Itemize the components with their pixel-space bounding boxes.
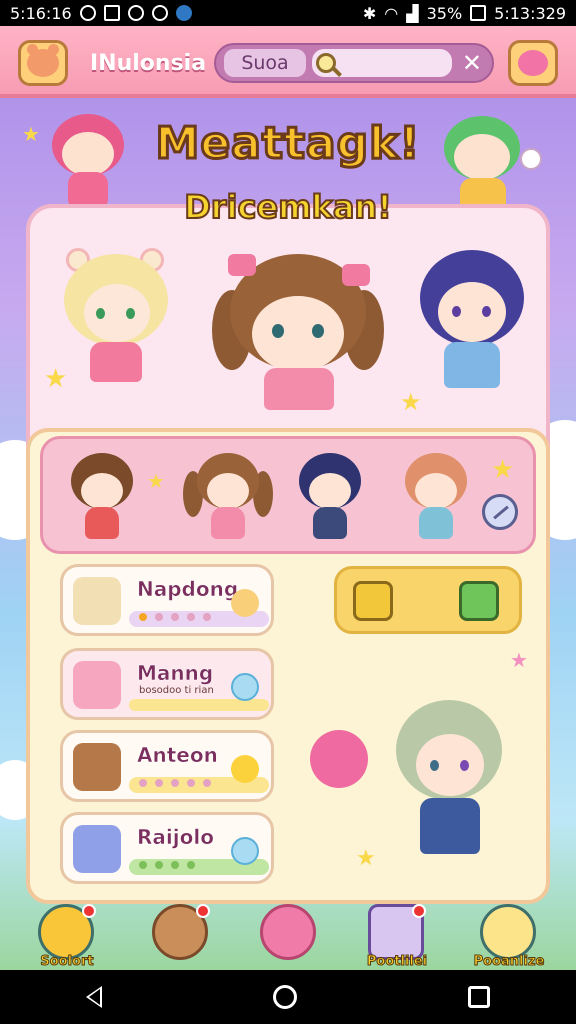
card-label: Anteon [137,743,218,768]
yellow-block-icon [353,581,393,621]
close-icon[interactable]: ✕ [462,48,482,78]
signal-icon: ▟ [406,3,419,23]
cake-icon [73,743,121,791]
bluetooth-icon: ✱ [362,3,377,23]
roster-character-orange-hair[interactable] [401,451,473,545]
item-card-3[interactable]: Anteon [60,730,274,802]
item-card-1[interactable]: Napdong [60,564,274,636]
roster-character-twintails[interactable] [183,451,273,545]
search-tab[interactable]: Suoa [224,49,306,77]
globe-icon [175,5,192,21]
battery-icon [470,5,487,21]
card-orb-icon [231,837,259,865]
roster-character-navy-bun[interactable] [293,451,367,545]
nav-pooanlize[interactable]: Pooanlize [473,904,545,970]
card-label: Raijolo [137,825,214,850]
duck-icon [480,904,536,960]
system-nav-bar [0,970,576,1024]
pig-mail-icon [518,50,548,76]
character-navy-hair[interactable] [416,246,528,396]
card-orb-icon [231,673,259,701]
card-dots [139,613,211,621]
character-roster: ★ ★ [40,436,536,554]
region-label: INulonsia [90,51,207,76]
star-icon: ★ [356,846,376,871]
pink-monster-character[interactable] [310,730,368,796]
pig-plush-icon [73,661,121,709]
notification-badge [412,904,426,918]
status-clock-right: 5:13:329 [494,3,566,23]
stool-icon [73,577,121,625]
bottom-nav: Soolort Pootlilei Pooanlize [0,900,576,970]
character-blonde-bear[interactable] [60,248,170,390]
alarm-icon [79,5,96,21]
item-card-2[interactable]: Manng bosodoo ti rian [60,648,274,720]
notification-icon [103,5,120,21]
roster-edit-button[interactable] [482,494,518,530]
jelly-box-icon [73,825,121,873]
back-icon[interactable] [85,986,102,1008]
item-card-4[interactable]: Raijolo [60,812,274,884]
card-sub-label: bosodoo ti rian [139,685,214,696]
nav-ghost[interactable] [258,904,320,966]
card-chick-icon [231,755,259,783]
status-bar: 5:16:16 ✱ ◠ ▟ 35% 5:13:329 [0,0,576,26]
battery-percent: 35% [426,3,463,23]
star-icon: ★ [22,122,40,146]
nav-label: Pooanlize [473,954,545,970]
bear-avatar-icon [27,44,59,77]
recent-apps-icon[interactable] [468,986,491,1008]
clock-icon [127,5,144,21]
star-icon: ★ [400,388,422,416]
star-icon: ★ [147,469,165,493]
wifi-icon: ◠ [384,3,399,23]
game-subtitle: Dricemkan! [183,187,393,227]
game-title: Meattagk! [154,117,421,171]
notification-badge [196,904,210,918]
notification-badge [82,904,96,918]
home-icon[interactable] [272,985,297,1009]
card-pet-icon [231,589,259,617]
nav-bear[interactable] [150,904,212,966]
reward-box[interactable] [334,566,522,634]
card-dots [139,779,211,787]
card-label: Manng [137,661,214,686]
nav-label: Soolort [40,954,94,970]
nav-soolort[interactable]: Soolort [36,904,98,970]
green-block-icon [459,581,499,621]
character-sage-hair[interactable] [396,700,506,864]
star-icon: ★ [510,648,528,672]
star-icon: ★ [491,455,515,485]
star-icon: ★ [44,364,68,394]
search-icon[interactable] [316,53,336,73]
ghost-icon [260,904,316,960]
character-brown-twintails[interactable] [208,250,388,412]
nav-pootlilei[interactable]: Pootlilei [366,904,428,970]
profile-button[interactable] [18,40,68,86]
card-label: Napdong [137,577,239,602]
card-dots [139,861,195,869]
roster-character-brown-spiky[interactable] [67,451,137,545]
chat-icon [151,5,168,21]
top-bar: INulonsia Suoa ✕ [0,26,576,98]
card-progress-bar [129,699,269,711]
search-bar[interactable]: Suoa ✕ [214,43,494,83]
status-time: 5:16:16 [10,3,72,23]
nav-label: Pootlilei [366,954,428,970]
notifications-button[interactable] [508,40,558,86]
